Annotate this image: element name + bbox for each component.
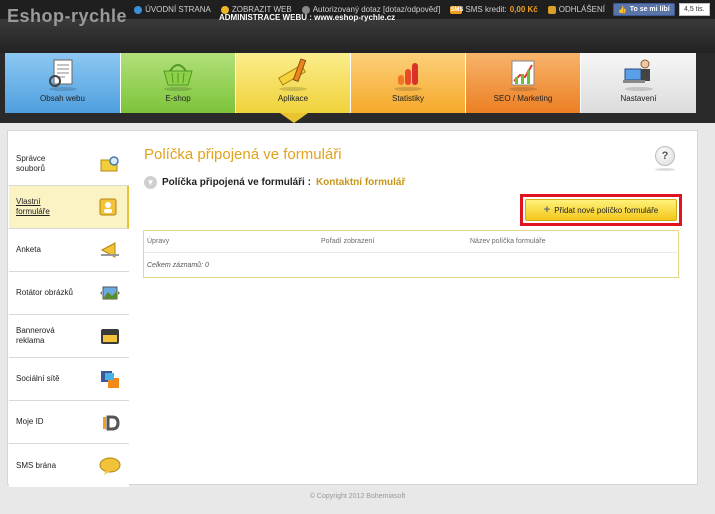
logout-link[interactable]: ODHLÁŠENÍ xyxy=(547,5,605,14)
column-header-nazev[interactable]: Název políčka formuláře xyxy=(470,238,545,245)
folder-search-icon xyxy=(100,156,119,172)
image-rotator-icon xyxy=(100,286,120,300)
tab-e-shop-label: E-shop xyxy=(165,94,191,103)
sidebar-item-anketa[interactable]: Anketa xyxy=(9,229,129,272)
active-tab-pointer xyxy=(280,113,308,123)
logo[interactable]: Eshop-rychle xyxy=(7,6,127,27)
thumbs-up-icon: 👍 xyxy=(618,6,627,14)
megaphone-icon xyxy=(100,242,119,258)
sidebar-item-label: Správce souborů xyxy=(16,154,46,173)
person-laptop-icon xyxy=(622,59,653,91)
growth-chart-icon xyxy=(509,60,537,91)
fields-table: Úpravy Pořadí zobrazení Název políčka fo… xyxy=(143,230,679,278)
document-icon xyxy=(48,59,77,91)
add-field-button[interactable]: + Přidat nové políčko formuláře xyxy=(525,199,677,221)
sub-heading-label: Políčka připojená ve formuláři : xyxy=(162,177,311,188)
bar-chart-icon xyxy=(394,63,422,91)
tab-aplikace[interactable]: Aplikace xyxy=(236,53,351,113)
tab-nastaveni-label: Nastavení xyxy=(620,94,657,103)
column-header-upravy[interactable]: Úpravy xyxy=(147,238,169,245)
sub-heading: ▼ Políčka připojená ve formuláři : Konta… xyxy=(144,176,405,189)
sidebar-item-socialni-site[interactable]: Sociální sítě xyxy=(9,358,129,401)
help-icon: ? xyxy=(661,150,669,162)
record-count: Celkem záznamů: 0 xyxy=(147,262,209,269)
social-icon xyxy=(101,371,119,388)
help-button[interactable]: ? xyxy=(655,146,675,166)
tab-statistiky[interactable]: Statistiky xyxy=(351,53,466,113)
sidebar-item-label: Vlastní formuláře xyxy=(16,197,50,216)
info-icon xyxy=(134,5,143,14)
table-summary-row: Celkem záznamů: 0 xyxy=(144,254,678,278)
table-header: Úpravy Pořadí zobrazení Název políčka fo… xyxy=(144,231,678,253)
sidebar-item-label: Anketa xyxy=(16,245,41,254)
form-name-link[interactable]: Kontaktní formulář xyxy=(316,177,405,188)
sidebar-item-bannerova-reklama[interactable]: Bannerová reklama xyxy=(9,315,129,358)
plus-icon: + xyxy=(543,204,551,216)
tab-e-shop[interactable]: E-shop xyxy=(121,53,236,113)
tab-obsah-webu-label: Obsah webu xyxy=(40,94,85,103)
form-contact-icon xyxy=(99,198,117,216)
footer-copyright: © Copyright 2012 Bohemiasoft xyxy=(309,493,406,500)
sms-credit-value: 0,00 Kč xyxy=(509,5,538,14)
sms-icon: SMS xyxy=(450,5,464,14)
facebook-like-button[interactable]: 👍 To se mi líbí xyxy=(613,3,675,16)
facebook-like-label: To se mi líbí xyxy=(629,6,670,13)
sidebar-item-label: Rotátor obrázků xyxy=(16,288,73,297)
sidebar-item-vlastni-formulare[interactable]: Vlastní formuláře xyxy=(9,186,129,229)
sidebar-item-rotator-obrazku[interactable]: Rotátor obrázků xyxy=(9,272,129,315)
lock-icon xyxy=(547,5,556,14)
admin-title: ADMINISTRACE WEBU : www.eshop-rychle.cz xyxy=(219,13,396,22)
sidebar: Správce souborů Vlastní formuláře Anketa… xyxy=(9,143,129,487)
sidebar-item-moje-id[interactable]: Moje ID xyxy=(9,401,129,444)
column-header-poradi[interactable]: Pořadí zobrazení xyxy=(321,238,374,245)
sidebar-item-label: Bannerová reklama xyxy=(16,326,55,345)
basket-icon xyxy=(163,64,193,91)
banner-icon xyxy=(101,329,119,344)
home-link[interactable]: ÚVODNÍ STRANA xyxy=(134,5,211,14)
home-link-label: ÚVODNÍ STRANA xyxy=(145,5,211,14)
facebook-like-count: 4,5 tis. xyxy=(679,3,710,16)
tab-aplikace-label: Aplikace xyxy=(277,94,309,103)
add-field-label: Přidat nové políčko formuláře xyxy=(554,205,659,215)
page-title: Políčka připojená ve formuláři xyxy=(144,146,342,163)
mojeid-icon xyxy=(103,415,120,431)
ruler-pencil-icon xyxy=(278,58,307,91)
sidebar-item-label: Moje ID xyxy=(16,417,44,426)
sidebar-item-label: Sociální sítě xyxy=(16,374,60,383)
sidebar-item-label: SMS brána xyxy=(16,460,57,470)
help-shadow xyxy=(655,168,675,171)
logout-label: ODHLÁŠENÍ xyxy=(558,5,605,14)
tab-nastaveni[interactable]: Nastavení xyxy=(581,53,696,113)
sms-credit[interactable]: SMS SMS kredit: 0,00 Kč xyxy=(450,5,538,14)
sidebar-item-spravce-souboru[interactable]: Správce souborů xyxy=(9,143,129,186)
tab-obsah-webu[interactable]: Obsah webu xyxy=(5,53,121,113)
sidebar-item-sms-brana[interactable]: SMS brána xyxy=(9,444,129,487)
sms-bubble-icon xyxy=(99,457,121,475)
tab-seo-marketing[interactable]: SEO / Marketing xyxy=(466,53,581,113)
sms-credit-label: SMS kredit: xyxy=(465,5,507,14)
arrow-down-icon: ▼ xyxy=(144,176,157,189)
tab-statistiky-label: Statistiky xyxy=(391,94,424,103)
tab-seo-marketing-label: SEO / Marketing xyxy=(493,94,553,103)
